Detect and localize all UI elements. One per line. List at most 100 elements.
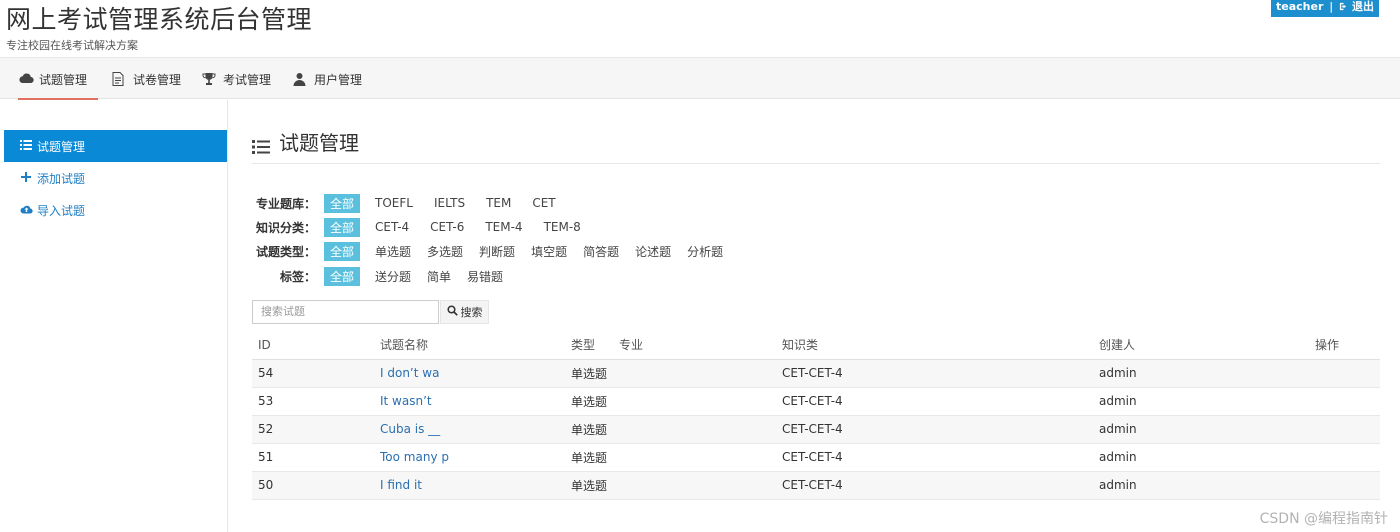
filter-option[interactable]: CET-4 xyxy=(369,219,415,235)
sidebar-item-question-management[interactable]: 试题管理 xyxy=(4,130,227,162)
filter-option[interactable]: 论述题 xyxy=(629,242,677,261)
cell-action xyxy=(1309,443,1380,472)
filter-option[interactable]: 多选题 xyxy=(421,242,469,261)
filter-option[interactable]: 易错题 xyxy=(461,267,509,286)
filter-option[interactable]: TOEFL xyxy=(369,195,419,211)
filter-option[interactable]: 全部 xyxy=(324,193,361,213)
filter-option[interactable]: TEM xyxy=(480,195,517,211)
filter-row-knowledge: 知识分类： 全部 CET-4 CET-6 TEM-4 TEM-8 xyxy=(252,217,596,237)
table-row: 51 Too many p 单选题 CET-CET-4 admin xyxy=(252,443,1380,472)
user-separator: | xyxy=(1329,0,1334,13)
column-header: 专业 xyxy=(613,331,776,360)
filter-option[interactable]: 全部 xyxy=(324,266,361,286)
cell-creator: admin xyxy=(1093,415,1309,444)
top-nav: 试题管理 试卷管理 考试管理 用户管理 xyxy=(0,57,1400,100)
cell-creator: admin xyxy=(1093,471,1309,500)
topnav-label: 试题管理 xyxy=(39,72,88,87)
cell-knowledge: CET-CET-4 xyxy=(776,387,1093,416)
table-header-row: ID 试题名称 类型 专业 知识类 创建人 操作 xyxy=(252,331,1380,360)
filter-option[interactable]: 送分题 xyxy=(369,267,417,286)
column-header: 类型 xyxy=(565,331,613,360)
question-link[interactable]: It wasn’t xyxy=(380,394,432,408)
cell-major xyxy=(613,471,776,500)
table-row: 52 Cuba is __ 单选题 CET-CET-4 admin xyxy=(252,415,1380,444)
filter-label: 标签： xyxy=(279,269,316,284)
cell-creator: admin xyxy=(1093,443,1309,472)
filter-row-tag: 标签： 全部 送分题 简单 易错题 xyxy=(252,266,513,286)
question-link[interactable]: I don’t wa xyxy=(380,366,439,380)
cloud-upload-icon xyxy=(20,203,33,217)
logout-icon xyxy=(1339,0,1352,13)
cell-knowledge: CET-CET-4 xyxy=(776,415,1093,444)
site-title: 网上考试管理系统后台管理 xyxy=(6,5,313,34)
cell-creator: admin xyxy=(1093,387,1309,416)
filter-option[interactable]: TEM-8 xyxy=(538,219,587,235)
user-icon xyxy=(293,72,307,86)
sidebar-item-import-question[interactable]: 导入试题 xyxy=(4,194,227,226)
question-link[interactable]: I find it xyxy=(380,478,422,492)
cell-id: 50 xyxy=(252,471,374,500)
filter-label: 专业题库： xyxy=(255,196,316,211)
column-header: ID xyxy=(252,331,374,360)
site-subtitle: 专注校园在线考试解决方案 xyxy=(6,39,138,52)
page-title: 试题管理 xyxy=(279,131,359,155)
page-header: 网上考试管理系统后台管理 专注校园在线考试解决方案 teacher | 退出 xyxy=(0,0,1400,57)
cell-id: 51 xyxy=(252,443,374,472)
topnav-item-exam-management[interactable]: 考试管理 xyxy=(202,58,271,100)
cell-major xyxy=(613,359,776,388)
filter-option[interactable]: TEM-4 xyxy=(479,219,528,235)
filter-option[interactable]: 全部 xyxy=(324,217,361,237)
cell-major xyxy=(613,387,776,416)
divider xyxy=(252,163,1380,164)
filter-option[interactable]: 简单 xyxy=(421,267,457,286)
cell-type: 单选题 xyxy=(565,387,613,416)
question-link[interactable]: Cuba is __ xyxy=(380,422,440,436)
cell-creator: admin xyxy=(1093,359,1309,388)
cell-major xyxy=(613,443,776,472)
watermark: CSDN @编程指南针 xyxy=(1259,511,1388,527)
logout-link[interactable]: 退出 xyxy=(1352,0,1374,13)
search-button[interactable]: 搜索 xyxy=(440,300,489,324)
filter-option[interactable]: CET-6 xyxy=(424,219,470,235)
cell-name: I find it xyxy=(374,471,565,500)
question-link[interactable]: Too many p xyxy=(380,450,449,464)
user-logout-bar[interactable]: teacher | 退出 xyxy=(1271,0,1379,17)
cell-action xyxy=(1309,415,1380,444)
table-row: 53 It wasn’t 单选题 CET-CET-4 admin xyxy=(252,387,1380,416)
filter-row-major: 专业题库： 全部 TOEFL IELTS TEM CET xyxy=(252,193,571,213)
search-input[interactable] xyxy=(252,300,439,324)
filter-option[interactable]: 简答题 xyxy=(577,242,625,261)
filter-option[interactable]: IELTS xyxy=(428,195,471,211)
filter-option[interactable]: 填空题 xyxy=(525,242,573,261)
column-header: 创建人 xyxy=(1093,331,1309,360)
question-table: ID 试题名称 类型 专业 知识类 创建人 操作 54 I don’t wa 单… xyxy=(252,331,1380,500)
sidebar-item-label: 导入试题 xyxy=(37,203,86,218)
main-content: 试题管理 专业题库： 全部 TOEFL IELTS TEM CET 知识分类： … xyxy=(252,100,1382,532)
topnav-item-question-management[interactable]: 试题管理 xyxy=(18,58,98,100)
topnav-item-paper-management[interactable]: 试卷管理 xyxy=(112,58,181,100)
cell-action xyxy=(1309,359,1380,388)
topnav-label: 考试管理 xyxy=(223,72,272,87)
column-header: 知识类 xyxy=(776,331,1093,360)
search-icon xyxy=(446,305,458,319)
cell-id: 53 xyxy=(252,387,374,416)
filter-option[interactable]: 全部 xyxy=(324,241,361,261)
cell-name: I don’t wa xyxy=(374,359,565,388)
cell-name: Too many p xyxy=(374,443,565,472)
document-icon xyxy=(112,72,126,86)
cell-type: 单选题 xyxy=(565,443,613,472)
sidebar-item-add-question[interactable]: 添加试题 xyxy=(4,162,227,194)
filter-option[interactable]: CET xyxy=(526,195,561,211)
trophy-icon xyxy=(202,72,216,86)
plus-icon xyxy=(20,171,32,185)
filter-option[interactable]: 单选题 xyxy=(369,242,417,261)
filter-option[interactable]: 判断题 xyxy=(473,242,521,261)
column-header: 试题名称 xyxy=(374,331,565,360)
topnav-item-user-management[interactable]: 用户管理 xyxy=(293,58,362,100)
list-icon xyxy=(20,139,32,153)
filter-row-type: 试题类型： 全部 单选题 多选题 判断题 填空题 简答题 论述题 分析题 xyxy=(252,241,733,261)
sidebar-item-label: 试题管理 xyxy=(37,139,86,154)
filter-label: 知识分类： xyxy=(255,220,316,235)
cell-name: Cuba is __ xyxy=(374,415,565,444)
filter-option[interactable]: 分析题 xyxy=(681,242,729,261)
